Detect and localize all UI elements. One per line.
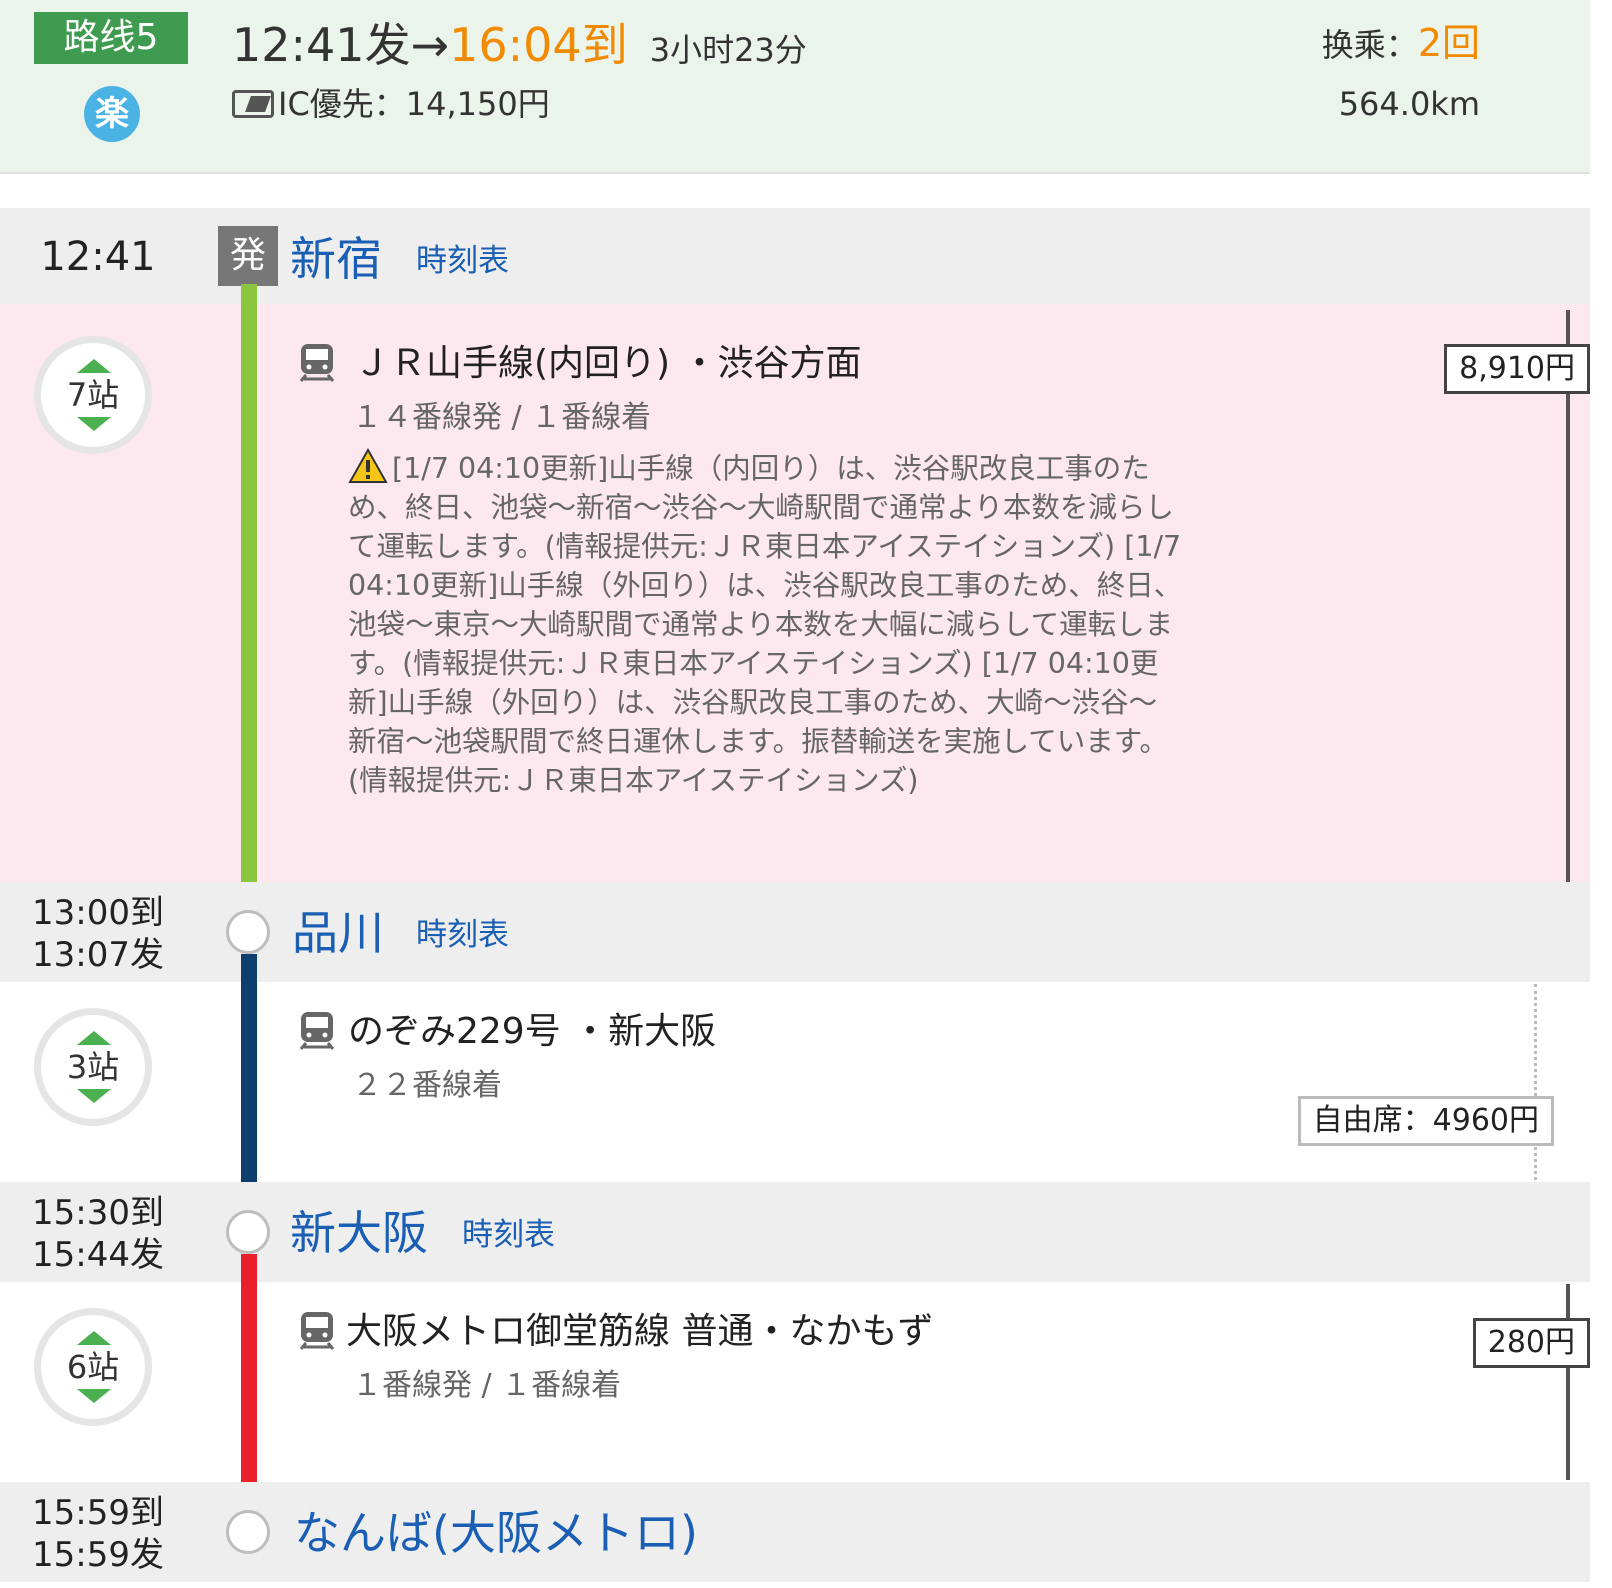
depart-time: 15:44发 (32, 1235, 164, 1275)
comfort-icon: 楽 (84, 86, 140, 142)
stop-count-toggle[interactable]: 7站 (34, 336, 152, 454)
depart-time: 12:41发 (232, 18, 411, 72)
transfer-value: 2回 (1417, 21, 1480, 65)
platform-info: １４番線発 / １番線着 (352, 400, 652, 435)
line-name[interactable]: のぞみ229号 ・新大阪 (348, 1008, 716, 1056)
station-node (226, 910, 270, 954)
expand-up-icon (77, 1331, 111, 1345)
fare-bracket-dotted (1534, 984, 1537, 1180)
station-name[interactable]: 新宿 (290, 228, 382, 290)
stop-count: 3站 (66, 1048, 120, 1086)
expand-up-icon (77, 359, 111, 373)
arrive-time: 15:59到 (32, 1493, 164, 1533)
arrow-glyph: → (410, 18, 450, 72)
timetable-link[interactable]: 時刻表 (462, 1212, 555, 1258)
track-line-shinkansen (241, 954, 257, 1210)
depart-time: 13:07发 (32, 935, 164, 975)
depart-time: 12:41 (40, 234, 156, 280)
depart-badge: 発 (218, 226, 278, 286)
notice-text: [1/7 04:10更新]山手線（内回り）は、渋谷駅改良工事のため、終日、池袋～… (348, 452, 1183, 797)
time-summary: 12:41发→16:04到 3小时23分 (232, 12, 807, 78)
platform-info: ２２番線着 (352, 1068, 502, 1103)
fare-bracket-line (1566, 1284, 1570, 1480)
timetable-link[interactable]: 時刻表 (416, 238, 509, 284)
track-line-yamanote (241, 284, 257, 910)
station-node (226, 1210, 270, 1254)
arrive-time: 15:30到 (32, 1193, 164, 1233)
transfer-label: 换乘： (1321, 26, 1418, 64)
distance: 564.0km (1338, 85, 1480, 123)
route-label-badge: 路线5 (34, 12, 188, 64)
arrive-time: 13:00到 (32, 893, 164, 933)
ic-card-icon (232, 90, 274, 118)
station-row: 12:41 発 新宿 時刻表 (0, 208, 1590, 304)
transfer-count: 换乘：2回 (1322, 18, 1480, 70)
line-name[interactable]: 大阪メトロ御堂筋線 普通・なかもず (346, 1308, 933, 1356)
line-name[interactable]: ＪＲ山手線(内回り) ・渋谷方面 (354, 340, 862, 388)
train-icon (299, 1312, 335, 1350)
timetable-link[interactable]: 時刻表 (416, 912, 509, 958)
depart-time: 15:59发 (32, 1535, 164, 1575)
expand-down-icon (77, 417, 111, 431)
station-name[interactable]: なんば(大阪メトロ) (294, 1502, 698, 1564)
station-name[interactable]: 品川 (292, 902, 384, 964)
stop-count: 6站 (66, 1348, 120, 1386)
track-line-midosuji (241, 1254, 257, 1510)
train-icon (299, 344, 335, 382)
fare-label: 自由席：4960円 (1297, 1096, 1554, 1146)
expand-down-icon (77, 1389, 111, 1403)
fare-label: 8,910円 (1444, 344, 1590, 394)
platform-info: １番線発 / １番線着 (352, 1368, 622, 1403)
station-node (226, 1510, 270, 1554)
expand-up-icon (77, 1031, 111, 1045)
expand-down-icon (77, 1089, 111, 1103)
station-name[interactable]: 新大阪 (290, 1202, 428, 1264)
section-nozomi (0, 982, 1590, 1182)
total-fare: IC優先：14,150円 (278, 85, 550, 123)
warning-icon (348, 448, 388, 483)
service-notice: [1/7 04:10更新]山手線（内回り）は、渋谷駅改良工事のため、終日、池袋～… (348, 448, 1184, 800)
stop-count-toggle[interactable]: 3站 (34, 1008, 152, 1126)
stop-count-toggle[interactable]: 6站 (34, 1308, 152, 1426)
arrive-time: 16:04到 (449, 18, 628, 72)
stop-count: 7站 (66, 376, 120, 414)
fare-label: 280円 (1472, 1318, 1590, 1368)
train-icon (299, 1012, 335, 1050)
duration: 3小时23分 (649, 31, 807, 69)
route-summary: 路线5 楽 12:41发→16:04到 3小时23分 IC優先：14,150円 换… (0, 0, 1590, 174)
